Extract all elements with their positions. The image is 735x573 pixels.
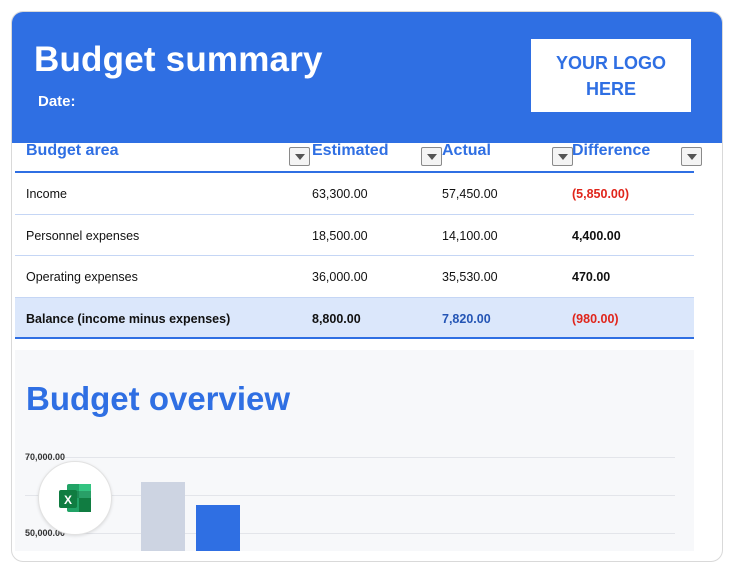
cell-actual: 35,530.00 <box>442 270 498 284</box>
dropdown-arrow-icon <box>294 153 305 160</box>
cell-difference: 4,400.00 <box>572 228 621 243</box>
filter-dropdown-estimated[interactable] <box>421 147 442 166</box>
bar-estimated-income <box>141 482 185 551</box>
table-row[interactable]: Personnel expenses 18,500.00 14,100.00 4… <box>15 215 694 256</box>
page-title: Budget summary <box>34 40 323 79</box>
svg-text:X: X <box>64 493 72 507</box>
gridline <box>25 533 675 534</box>
cell-estimated: 63,300.00 <box>312 187 368 201</box>
table-row[interactable]: Income 63,300.00 57,450.00 (5,850.00) <box>15 173 694 215</box>
y-tick-label: 70,000.00 <box>25 452 66 462</box>
gridline <box>25 495 675 496</box>
budget-table: Budget area Estimated Actual Difference … <box>15 131 702 339</box>
column-header-budget-area: Budget area <box>26 142 119 159</box>
cell-actual: 57,450.00 <box>442 187 498 201</box>
bar-actual-income <box>196 504 240 551</box>
table-header-row: Budget area Estimated Actual Difference <box>15 131 702 173</box>
cell-difference: (980.00) <box>572 311 619 326</box>
cell-estimated: 8,800.00 <box>312 311 361 326</box>
section-title: Budget overview <box>26 380 291 417</box>
cell-budget-area: Operating expenses <box>26 270 138 284</box>
filter-dropdown-actual[interactable] <box>552 147 573 166</box>
date-label: Date: <box>38 93 76 110</box>
dropdown-arrow-icon <box>426 153 437 160</box>
filter-dropdown-budget-area[interactable] <box>289 147 310 166</box>
cell-actual: 14,100.00 <box>442 228 498 243</box>
cell-difference: 470.00 <box>572 270 611 284</box>
dropdown-arrow-icon <box>557 153 568 160</box>
cell-budget-area: Income <box>26 187 67 201</box>
budget-overview-section: Budget overview 70,000.00 50,000.00 <box>15 350 694 551</box>
gridline <box>25 457 675 458</box>
column-header-actual: Actual <box>442 142 491 159</box>
cell-estimated: 18,500.00 <box>312 228 368 243</box>
excel-icon: X <box>59 484 91 512</box>
balance-row[interactable]: Balance (income minus expenses) 8,800.00… <box>15 297 694 339</box>
logo-text: YOUR LOGO HERE <box>555 52 666 99</box>
column-header-estimated: Estimated <box>312 142 389 159</box>
table-row[interactable]: Operating expenses 36,000.00 35,530.00 4… <box>15 256 694 298</box>
cell-estimated: 36,000.00 <box>312 270 368 284</box>
cell-actual: 7,820.00 <box>442 311 491 326</box>
cell-budget-area: Personnel expenses <box>26 228 140 243</box>
excel-app-badge[interactable]: X <box>38 461 112 535</box>
column-header-difference: Difference <box>572 142 651 159</box>
logo-placeholder: YOUR LOGO HERE <box>531 39 691 112</box>
cell-budget-area: Balance (income minus expenses) <box>26 311 231 326</box>
header-banner: Budget summary Date: YOUR LOGO HERE <box>12 12 722 143</box>
dropdown-arrow-icon <box>686 153 697 160</box>
filter-dropdown-difference[interactable] <box>681 147 702 166</box>
cell-difference: (5,850.00) <box>572 187 629 201</box>
